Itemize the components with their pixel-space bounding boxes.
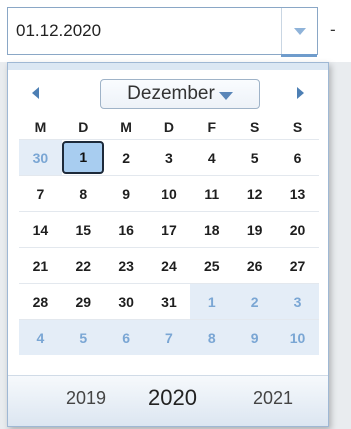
- weekday-label: S: [249, 119, 260, 135]
- day-cell[interactable]: 8: [61, 175, 105, 212]
- day-cell[interactable]: 18: [190, 211, 234, 248]
- day-cell[interactable]: 26: [233, 247, 277, 284]
- date-picker-field[interactable]: [7, 7, 318, 57]
- day-cell[interactable]: 15: [61, 211, 105, 248]
- day-cell[interactable]: 5: [233, 139, 277, 176]
- year-selector: 2019 2020 2021: [8, 375, 328, 426]
- week-row: 7 8 9 10 11 12 13: [19, 175, 319, 212]
- chevron-left-icon[interactable]: [32, 87, 39, 99]
- day-cell-selected[interactable]: 1: [61, 139, 105, 176]
- year-prev[interactable]: 2019: [66, 388, 106, 409]
- day-cell[interactable]: 28: [19, 283, 62, 320]
- day-cell[interactable]: 25: [190, 247, 234, 284]
- day-cell[interactable]: 21: [19, 247, 62, 284]
- day-cell[interactable]: 7: [19, 175, 62, 212]
- day-cell[interactable]: 23: [104, 247, 148, 284]
- day-cell-other-month[interactable]: 3: [276, 283, 319, 320]
- day-cell[interactable]: 10: [147, 175, 191, 212]
- day-cell-other-month[interactable]: 8: [190, 319, 234, 355]
- day-cell[interactable]: 20: [276, 211, 319, 248]
- week-row: 30 1 2 3 4 5 6: [19, 139, 319, 176]
- calendar-popup: Dezember M D M D F S S 30 1 2 3 4 5 6 7 8 9 10 11 12…: [7, 62, 329, 427]
- day-cell-other-month[interactable]: 7: [147, 319, 191, 355]
- chevron-down-icon: [293, 27, 306, 35]
- weekday-label: F: [207, 119, 217, 135]
- chevron-down-icon: [218, 91, 233, 100]
- calendar-header-strip: [8, 63, 328, 70]
- year-current[interactable]: 2020: [148, 385, 197, 411]
- day-cell[interactable]: 6: [276, 139, 319, 176]
- day-cell-other-month[interactable]: 2: [233, 283, 277, 320]
- day-cell-other-month[interactable]: 30: [19, 139, 62, 176]
- month-label: Dezember: [127, 83, 215, 104]
- date-input[interactable]: [8, 8, 286, 54]
- week-row: 28 29 30 31 1 2 3: [19, 283, 319, 320]
- month-select[interactable]: Dezember: [100, 79, 260, 109]
- day-cell[interactable]: 27: [276, 247, 319, 284]
- day-cell[interactable]: 9: [104, 175, 148, 212]
- day-cell[interactable]: 29: [61, 283, 105, 320]
- day-grid: M D M D F S S 30 1 2 3 4 5 6 7 8 9 10 11 12 13 14 15 16 1…: [19, 115, 319, 355]
- week-row: 21 22 23 24 25 26 27: [19, 247, 319, 284]
- dropdown-active-indicator: [281, 54, 317, 57]
- day-cell[interactable]: 17: [147, 211, 191, 248]
- week-row: 14 15 16 17 18 19 20: [19, 211, 319, 248]
- weekday-label: D: [163, 119, 175, 135]
- day-cell-other-month[interactable]: 9: [233, 319, 277, 355]
- day-cell[interactable]: 19: [233, 211, 277, 248]
- day-cell-other-month[interactable]: 4: [19, 319, 62, 355]
- day-cell[interactable]: 4: [190, 139, 234, 176]
- week-row: 4 5 6 7 8 9 10: [19, 319, 319, 355]
- day-cell[interactable]: 24: [147, 247, 191, 284]
- day-cell[interactable]: 22: [61, 247, 105, 284]
- day-cell[interactable]: 31: [147, 283, 191, 320]
- day-cell-other-month[interactable]: 6: [104, 319, 148, 355]
- day-cell[interactable]: 13: [276, 175, 319, 212]
- selected-day-label: 1: [62, 141, 105, 174]
- calendar-navigation: Dezember: [8, 77, 328, 111]
- weekday-label: M: [34, 119, 47, 135]
- day-cell[interactable]: 11: [190, 175, 234, 212]
- year-next[interactable]: 2021: [253, 388, 293, 409]
- chevron-right-icon[interactable]: [297, 87, 304, 99]
- day-cell-other-month[interactable]: 10: [276, 319, 319, 355]
- day-cell[interactable]: 16: [104, 211, 148, 248]
- day-cell[interactable]: 30: [104, 283, 148, 320]
- day-cell-other-month[interactable]: 5: [61, 319, 105, 355]
- range-separator: -: [330, 20, 336, 39]
- weekday-label: M: [120, 119, 132, 135]
- weekday-header-row: M D M D F S S: [19, 115, 319, 140]
- day-cell[interactable]: 12: [233, 175, 277, 212]
- day-cell-other-month[interactable]: 1: [190, 283, 234, 320]
- day-cell[interactable]: 3: [147, 139, 191, 176]
- weekday-label: S: [292, 119, 303, 135]
- day-cell[interactable]: 2: [104, 139, 148, 176]
- dropdown-button[interactable]: [281, 8, 317, 57]
- weekday-label: D: [78, 119, 89, 135]
- day-cell[interactable]: 14: [19, 211, 62, 248]
